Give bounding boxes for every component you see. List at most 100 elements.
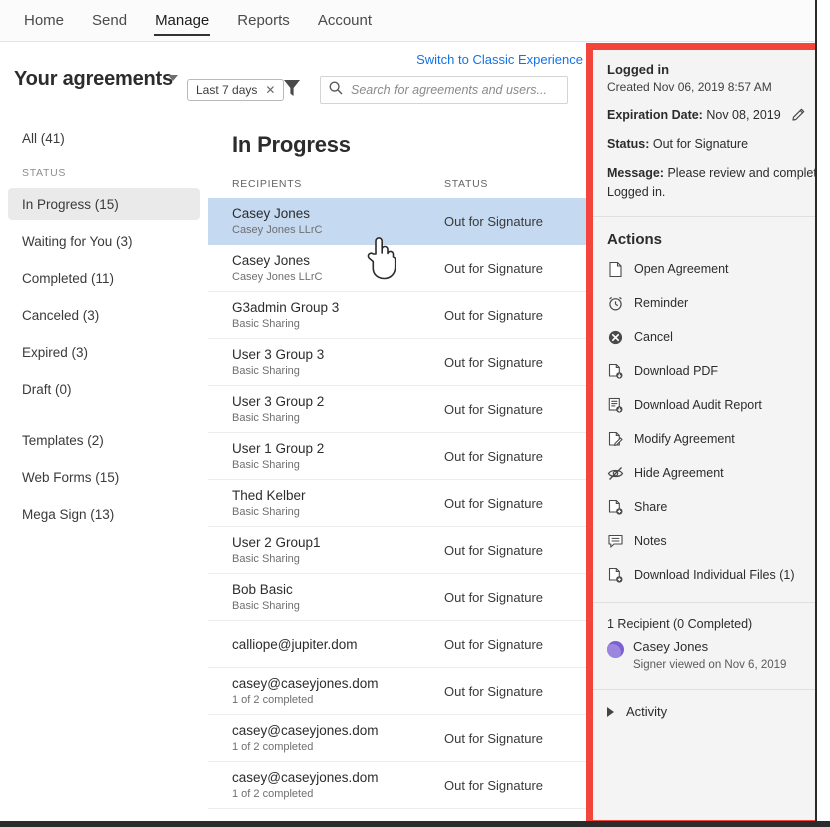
sidebar-item-completed-label: Completed (11) (22, 271, 114, 286)
action-notes-label: Notes (634, 534, 667, 548)
list-column-headers: RECIPIENTS STATUS (208, 158, 586, 198)
sidebar-item-completed[interactable]: Completed (11) (8, 262, 200, 294)
detail-message-value: Please review and complete (667, 166, 815, 180)
row-recipient-sub: Basic Sharing (232, 458, 444, 473)
sidebar-item-expired[interactable]: Expired (3) (8, 336, 200, 368)
sidebar-item-expired-label: Expired (3) (22, 345, 88, 360)
close-icon[interactable]: ✕ (265, 83, 275, 97)
row-status: Out for Signature (444, 543, 543, 558)
row-status: Out for Signature (444, 731, 543, 746)
notes-icon (607, 533, 624, 550)
row-recipient-sub: Basic Sharing (232, 599, 444, 614)
row-recipient-name: User 2 Group1 (232, 534, 444, 551)
nav-tab-manage[interactable]: Manage (141, 0, 223, 42)
nav-tab-home-label: Home (24, 12, 64, 29)
switch-to-classic-experience-link[interactable]: Switch to Classic Experience (416, 52, 583, 67)
page-title: Your agreements (14, 68, 173, 91)
sidebar-item-mega-sign[interactable]: Mega Sign (13) (8, 498, 200, 530)
action-hide-agreement-label: Hide Agreement (634, 466, 724, 480)
sidebar-item-waiting-for-you[interactable]: Waiting for You (3) (8, 225, 200, 257)
action-notes[interactable]: Notes (593, 524, 815, 558)
search-icon (329, 81, 343, 100)
eye-hidden-icon (607, 465, 624, 482)
search-box[interactable] (320, 76, 568, 104)
action-open-agreement[interactable]: Open Agreement (593, 252, 815, 286)
sidebar-item-canceled-label: Canceled (3) (22, 308, 99, 323)
action-modify-agreement-label: Modify Agreement (634, 432, 735, 446)
table-row[interactable]: casey@caseyjones.dom 1 of 2 completed Ou… (208, 715, 586, 762)
row-recipient-sub: Casey Jones LLrC (232, 270, 444, 285)
action-cancel[interactable]: Cancel (593, 320, 815, 354)
date-filter-chip[interactable]: Last 7 days ✕ (187, 79, 284, 101)
row-recipient-name: User 1 Group 2 (232, 440, 444, 457)
detail-expiration-label: Expiration Date: (607, 108, 703, 122)
app-window: Home Send Manage Reports Account Switch … (0, 0, 830, 827)
row-recipient-sub: 1 of 2 completed (232, 693, 444, 708)
detail-status-label: Status: (607, 137, 649, 151)
activity-section-toggle[interactable]: Activity (593, 690, 815, 733)
action-hide-agreement[interactable]: Hide Agreement (593, 456, 815, 490)
table-row[interactable]: User 1 Group 2 Basic Sharing Out for Sig… (208, 433, 586, 480)
row-recipient-name: User 3 Group 3 (232, 346, 444, 363)
nav-tab-reports[interactable]: Reports (223, 0, 304, 42)
row-recipient-name: Casey Jones (232, 252, 444, 269)
edit-pencil-icon[interactable] (792, 107, 806, 124)
action-modify-agreement[interactable]: Modify Agreement (593, 422, 815, 456)
row-recipient-name: Casey Jones (232, 205, 444, 222)
sidebar-item-in-progress[interactable]: In Progress (15) (8, 188, 200, 220)
download-pdf-icon (607, 363, 624, 380)
filter-funnel-icon[interactable] (284, 79, 300, 97)
sidebar-item-draft[interactable]: Draft (0) (8, 373, 200, 405)
table-row[interactable]: User 3 Group 3 Basic Sharing Out for Sig… (208, 339, 586, 386)
row-recipient-name: casey@caseyjones.dom (232, 722, 444, 739)
action-download-pdf[interactable]: Download PDF (593, 354, 815, 388)
sidebar-item-canceled[interactable]: Canceled (3) (8, 299, 200, 331)
sidebar-group-status-label: STATUS (8, 160, 200, 186)
action-reminder[interactable]: Reminder (593, 286, 815, 320)
table-row[interactable]: Bob Basic Basic Sharing Out for Signatur… (208, 574, 586, 621)
table-row[interactable]: Thed Kelber Basic Sharing Out for Signat… (208, 480, 586, 527)
table-row[interactable]: User 3 Group 2 Basic Sharing Out for Sig… (208, 386, 586, 433)
table-row[interactable]: Casey Jones Casey Jones LLrC Out for Sig… (208, 198, 586, 245)
audit-report-icon (607, 397, 624, 414)
nav-tab-account-label: Account (318, 12, 372, 29)
download-files-icon (607, 567, 624, 584)
table-row[interactable]: Casey Jones Casey Jones LLrC Out for Sig… (208, 245, 586, 292)
nav-tab-manage-label: Manage (155, 12, 209, 29)
nav-tab-send[interactable]: Send (78, 0, 141, 42)
activity-label: Activity (626, 704, 667, 719)
sidebar-item-templates[interactable]: Templates (2) (8, 424, 200, 456)
chevron-down-icon[interactable] (168, 75, 178, 81)
table-row[interactable]: casey@caseyjones.dom 1 of 2 completed Ou… (208, 762, 586, 809)
action-download-audit-report[interactable]: Download Audit Report (593, 388, 815, 422)
row-recipient-sub: Basic Sharing (232, 317, 444, 332)
row-recipient-sub: Basic Sharing (232, 411, 444, 426)
row-recipient-sub: 1 of 2 completed (232, 787, 444, 802)
nav-tab-home[interactable]: Home (10, 0, 78, 42)
detail-created-date: Created Nov 06, 2019 8:57 AM (607, 80, 801, 94)
detail-summary-section: Logged in Created Nov 06, 2019 8:57 AM E… (593, 50, 815, 216)
nav-tab-account[interactable]: Account (304, 0, 386, 42)
sidebar-item-all-label: All (41) (22, 131, 65, 146)
detail-logged-in-title: Logged in (607, 62, 801, 77)
action-download-individual-files[interactable]: Download Individual Files (1) (593, 558, 815, 592)
sidebar-item-all[interactable]: All (41) (8, 122, 200, 154)
search-input[interactable] (351, 83, 551, 97)
row-recipient-name: Bob Basic (232, 581, 444, 598)
nav-tab-send-label: Send (92, 12, 127, 29)
row-recipient-name: casey@caseyjones.dom (232, 769, 444, 786)
table-row[interactable]: casey@caseyjones.dom 1 of 2 completed Ou… (208, 668, 586, 715)
recipient-item[interactable]: Casey Jones Signer viewed on Nov 6, 2019 (593, 639, 815, 689)
table-row[interactable]: calliope@jupiter.dom Out for Signature (208, 621, 586, 668)
agreement-detail-panel: Logged in Created Nov 06, 2019 8:57 AM E… (593, 50, 815, 820)
sidebar-item-mega-sign-label: Mega Sign (13) (22, 507, 114, 522)
row-status: Out for Signature (444, 402, 543, 417)
table-row[interactable]: User 2 Group1 Basic Sharing Out for Sign… (208, 527, 586, 574)
detail-message-row: Message: Please review and complete Logg… (607, 164, 815, 202)
list-title: In Progress (208, 112, 586, 158)
row-recipient-sub: Casey Jones LLrC (232, 223, 444, 238)
sidebar-item-web-forms[interactable]: Web Forms (15) (8, 461, 200, 493)
table-row[interactable]: G3admin Group 3 Basic Sharing Out for Si… (208, 292, 586, 339)
action-share[interactable]: Share (593, 490, 815, 524)
detail-expiration-row: Expiration Date: Nov 08, 2019 (607, 107, 801, 124)
